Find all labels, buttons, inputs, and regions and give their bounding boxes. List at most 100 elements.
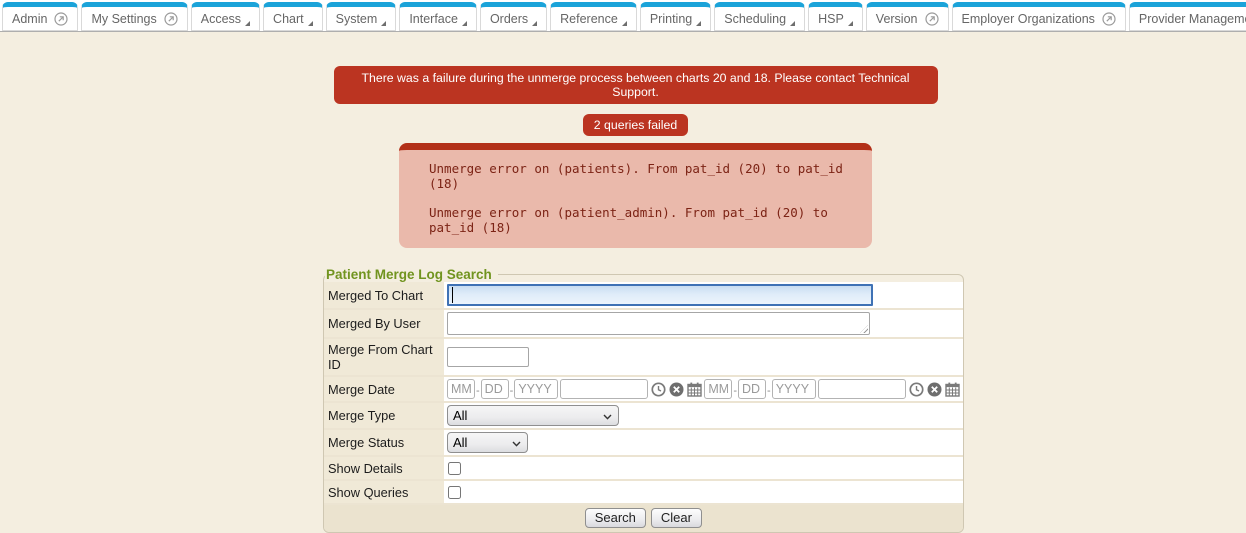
row-merged-by-user: Merged By User (324, 308, 963, 337)
unmerge-error-details: Unmerge error on (patients). From pat_id… (399, 143, 872, 248)
tab-bar: Admin My Settings Access Chart System Interfa… (0, 0, 1246, 32)
merge-status-label: Merge Status (324, 430, 444, 455)
row-show-queries: Show Queries (324, 479, 963, 503)
calendar-icon[interactable] (687, 382, 702, 397)
merge-date-from-mm-input[interactable] (447, 379, 475, 399)
row-merge-type: Merge Type All (324, 401, 963, 428)
show-details-label: Show Details (324, 457, 444, 479)
tab-label: System (336, 12, 378, 26)
unmerge-error-line: Unmerge error on (patients). From pat_id… (429, 161, 862, 191)
date-separator: - (476, 385, 480, 397)
merged-by-user-label: Merged By User (324, 310, 444, 337)
tab-hsp[interactable]: HSP (808, 2, 863, 31)
tab-provider-management[interactable]: Provider Management (1129, 2, 1246, 31)
tab-printing[interactable]: Printing (640, 2, 711, 31)
merge-date-to-mm-input[interactable] (704, 379, 732, 399)
show-details-checkbox[interactable] (448, 462, 461, 475)
queries-failed-badge: 2 queries failed (583, 114, 688, 136)
tab-my-settings[interactable]: My Settings (81, 2, 187, 31)
tab-label: Printing (650, 12, 692, 26)
external-link-icon[interactable] (1102, 12, 1116, 26)
merged-to-chart-input[interactable] (447, 284, 873, 306)
merge-date-to-time-input[interactable] (818, 379, 906, 399)
tab-label: Orders (490, 12, 528, 26)
merge-type-label: Merge Type (324, 403, 444, 428)
external-link-icon[interactable] (164, 12, 178, 26)
main-content: There was a failure during the unmerge p… (323, 32, 948, 533)
menu-caret-icon (848, 21, 853, 26)
tab-label: Version (876, 12, 918, 26)
tab-label: Admin (12, 12, 47, 26)
tab-label: My Settings (91, 12, 156, 26)
merge-type-selected-value: All (453, 408, 467, 423)
unmerge-error-line: Unmerge error on (patient_admin). From p… (429, 205, 862, 235)
merge-date-from-yyyy-input[interactable] (514, 379, 558, 399)
merge-date-to-group: - - (704, 379, 959, 399)
external-link-icon[interactable] (925, 12, 939, 26)
chevron-down-icon (603, 408, 612, 423)
merged-to-chart-label: Merged To Chart (324, 282, 444, 308)
chevron-down-icon (512, 435, 521, 450)
menu-caret-icon (696, 21, 701, 26)
merge-from-chart-id-input[interactable] (447, 347, 529, 367)
tab-label: Employer Organizations (962, 12, 1095, 26)
date-separator: - (733, 385, 737, 397)
tab-interface[interactable]: Interface (399, 2, 477, 31)
tab-version[interactable]: Version (866, 2, 949, 31)
text-cursor (452, 287, 453, 303)
menu-caret-icon (532, 21, 537, 26)
merge-date-to-yyyy-input[interactable] (772, 379, 816, 399)
merge-status-select[interactable]: All (447, 432, 528, 453)
form-title: Patient Merge Log Search (325, 267, 498, 282)
tab-label: Provider Management (1139, 12, 1246, 26)
tab-label: Scheduling (724, 12, 786, 26)
calendar-icon[interactable] (945, 382, 960, 397)
merge-date-from-time-input[interactable] (560, 379, 648, 399)
tab-label: HSP (818, 12, 844, 26)
tab-chart[interactable]: Chart (263, 2, 323, 31)
menu-caret-icon (790, 21, 795, 26)
tab-employer-organizations[interactable]: Employer Organizations (952, 2, 1126, 31)
menu-caret-icon (622, 21, 627, 26)
tab-access[interactable]: Access (191, 2, 260, 31)
tab-system[interactable]: System (326, 2, 397, 31)
menu-caret-icon (462, 21, 467, 26)
show-queries-checkbox[interactable] (448, 486, 461, 499)
tab-label: Chart (273, 12, 304, 26)
row-merge-status: Merge Status All (324, 428, 963, 455)
merge-date-from-dd-input[interactable] (481, 379, 509, 399)
search-button[interactable]: Search (585, 508, 646, 528)
clear-date-icon[interactable] (927, 382, 942, 397)
tab-label: Access (201, 12, 241, 26)
tab-scheduling[interactable]: Scheduling (714, 2, 805, 31)
row-show-details: Show Details (324, 455, 963, 479)
menu-caret-icon (308, 21, 313, 26)
tab-admin[interactable]: Admin (2, 2, 78, 31)
merge-from-chart-id-label: Merge From Chart ID (324, 339, 444, 375)
merge-date-label: Merge Date (324, 377, 444, 401)
clear-date-icon[interactable] (669, 382, 684, 397)
date-separator: - (767, 385, 771, 397)
show-queries-label: Show Queries (324, 481, 444, 503)
merge-status-selected-value: All (453, 435, 467, 450)
row-merge-from-chart-id: Merge From Chart ID (324, 337, 963, 375)
merged-by-user-textarea[interactable] (447, 312, 870, 335)
clock-icon[interactable] (909, 382, 924, 397)
merge-date-from-group: - - (447, 379, 702, 399)
clear-button[interactable]: Clear (651, 508, 702, 528)
tab-label: Interface (409, 12, 458, 26)
tab-label: Reference (560, 12, 618, 26)
patient-merge-log-search-form: Patient Merge Log Search Merged To Chart… (323, 267, 964, 533)
external-link-icon[interactable] (54, 12, 68, 26)
row-merged-to-chart: Merged To Chart (324, 282, 963, 308)
form-footer: Search Clear (324, 503, 963, 532)
clock-icon[interactable] (651, 382, 666, 397)
menu-caret-icon (381, 21, 386, 26)
tab-orders[interactable]: Orders (480, 2, 547, 31)
date-separator: - (510, 385, 514, 397)
merge-type-select[interactable]: All (447, 405, 619, 426)
merge-date-to-dd-input[interactable] (738, 379, 766, 399)
tab-reference[interactable]: Reference (550, 2, 637, 31)
menu-caret-icon (245, 21, 250, 26)
row-merge-date: Merge Date - - - - (324, 375, 963, 401)
